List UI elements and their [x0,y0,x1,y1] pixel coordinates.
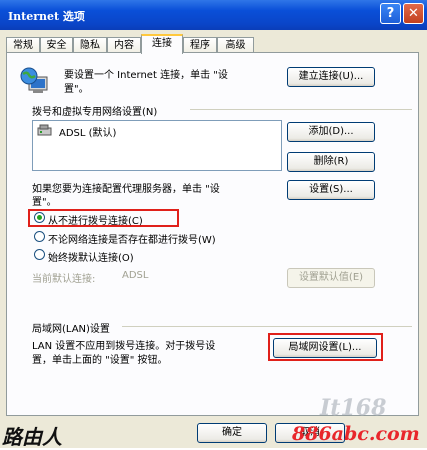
watermark-text-right: 886abc.com [292,423,420,445]
remove-button[interactable]: 删除(R) [287,152,375,172]
globe-computer-icon [20,67,48,93]
close-button[interactable]: ✕ [403,3,424,24]
add-button[interactable]: 添加(D)... [287,122,375,142]
radio-never-dial[interactable] [34,212,45,223]
setup-description-line1: 要设置一个 Internet 连接，单击 "设 [64,70,228,81]
watermark-text-left: 路由人 [2,425,62,449]
proxy-description-line2: 置"。 [32,197,57,208]
tab-advanced[interactable]: 高级 [217,37,254,53]
lan-group-label: 局域网(LAN)设置 [32,324,110,335]
lan-settings-button[interactable]: 局域网设置(L)... [273,338,377,358]
ok-button[interactable]: 确定 [197,423,267,443]
current-default-value: ADSL [122,270,149,281]
dial-whenever-label[interactable]: 不论网络连接是否存在都进行拨号(W) [48,231,216,246]
it168-watermark-logo: It168 [320,395,387,421]
title-bar[interactable]: Internet 选项 ? ✕ [0,0,427,30]
tab-content[interactable]: 内容 [107,37,141,53]
lan-description-line1: LAN 设置不应用到拨号连接。对于拨号设 [32,341,216,352]
proxy-description-line1: 如果您要为连接配置代理服务器，单击 "设 [32,184,220,195]
radio-selected-dot [37,215,42,220]
dialup-group-divider [190,109,412,110]
connection-list[interactable]: ADSL (默认) [32,120,282,171]
setup-connection-button[interactable]: 建立连接(U)... [287,67,375,87]
set-default-button[interactable]: 设置默认值(E) [287,268,375,288]
lan-description-line2: 置，单击上面的 "设置" 按钮。 [32,355,168,366]
radio-dial-whenever-no-network[interactable] [34,231,45,242]
help-button[interactable]: ? [380,3,401,24]
tab-programs[interactable]: 程序 [183,37,217,53]
lan-group-divider [122,326,412,327]
tab-connections[interactable]: 连接 [141,34,183,54]
always-dial-label[interactable]: 始终拨默认连接(O) [48,249,134,264]
current-default-label: 当前默认连接: [32,274,96,285]
tab-security[interactable]: 安全 [40,37,73,53]
setup-description-line2: 置"。 [64,84,89,95]
list-item-label: ADSL (默认) [59,128,117,139]
radio-always-dial-default[interactable] [34,249,45,260]
modem-icon [37,124,52,136]
dialup-group-label: 拨号和虚拟专用网络设置(N) [32,107,158,118]
settings-button[interactable]: 设置(S)... [287,180,375,200]
window-title: Internet 选项 [8,10,85,23]
internet-options-dialog: Internet 选项 ? ✕ 常规 安全 隐私 内容 连接 程序 高级 要设置… [0,0,427,449]
tab-general[interactable]: 常规 [6,37,40,53]
never-dial-label[interactable]: 从不进行拨号连接(C) [48,212,143,227]
tab-privacy[interactable]: 隐私 [73,37,107,53]
